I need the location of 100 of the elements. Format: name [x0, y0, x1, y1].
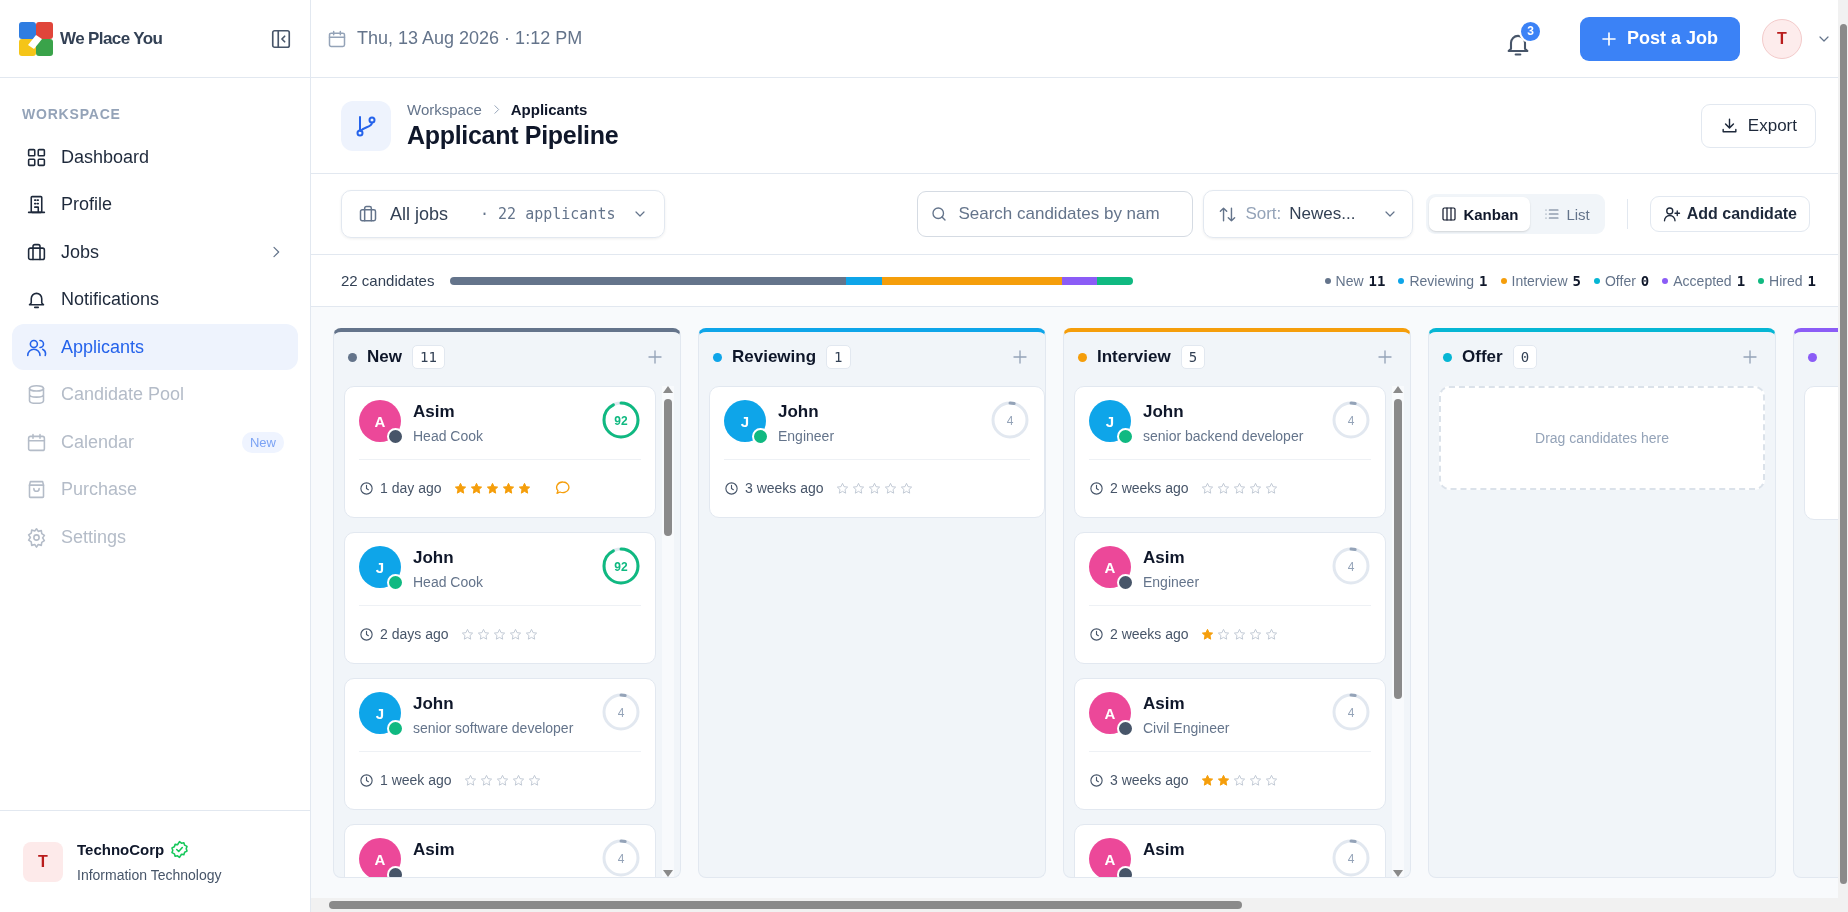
notifications-button[interactable]: 3 [1503, 19, 1542, 58]
vertical-scrollbar[interactable] [1838, 0, 1848, 912]
star-rating[interactable] [453, 481, 531, 495]
star-icon[interactable] [508, 627, 522, 641]
sidebar-item[interactable]: Notifications [12, 276, 298, 323]
sidebar-item[interactable]: Profile [12, 181, 298, 228]
star-icon[interactable] [511, 773, 525, 787]
candidate-card[interactable]: A Asim Civil Engineer 4 3 weeks ago [1074, 678, 1386, 810]
sidebar-collapse-icon[interactable] [270, 27, 292, 50]
section-heading: WORKSPACE [22, 106, 122, 122]
star-icon[interactable] [476, 627, 490, 641]
star-icon[interactable] [1232, 627, 1246, 641]
chat-bubble-icon[interactable] [554, 480, 571, 496]
sidebar-item[interactable]: Dashboard [12, 134, 298, 180]
star-icon[interactable] [485, 481, 499, 495]
candidate-card[interactable]: A Asim Head Cook 92 1 day ago [344, 386, 656, 518]
avatar: J [1089, 400, 1131, 442]
avatar: A [359, 400, 401, 442]
star-rating[interactable] [1200, 773, 1278, 787]
candidate-card[interactable]: A Asim 4 [344, 824, 656, 877]
plus-icon[interactable] [1011, 348, 1029, 366]
star-icon[interactable] [899, 481, 913, 495]
export-button[interactable]: Export [1700, 103, 1816, 148]
star-icon[interactable] [517, 481, 531, 495]
star-rating[interactable] [835, 481, 913, 495]
candidate-role: Head Cook [413, 428, 484, 444]
star-icon[interactable] [501, 481, 515, 495]
star-icon[interactable] [835, 481, 849, 495]
view-tab[interactable]: Kanban [1429, 197, 1531, 231]
star-icon[interactable] [1248, 627, 1262, 641]
horizontal-scrollbar[interactable] [311, 898, 1838, 912]
database-icon [26, 384, 47, 405]
job-filter-dropdown[interactable]: All jobs · 22 applicants [341, 190, 665, 238]
view-tab[interactable]: List [1532, 197, 1602, 231]
star-rating[interactable] [460, 627, 538, 641]
columns-icon [1441, 206, 1458, 222]
star-icon[interactable] [1200, 773, 1214, 787]
star-icon[interactable] [460, 627, 474, 641]
star-icon[interactable] [1248, 481, 1262, 495]
post-job-button[interactable]: Post a Job [1579, 16, 1740, 61]
star-icon[interactable] [1248, 773, 1262, 787]
page-title: Applicant Pipeline [407, 121, 619, 150]
star-icon[interactable] [851, 481, 865, 495]
star-icon[interactable] [1216, 773, 1230, 787]
star-icon[interactable] [867, 481, 881, 495]
star-icon[interactable] [1232, 773, 1246, 787]
briefcase-icon [26, 241, 47, 263]
candidate-card[interactable]: J John Engineer 4 3 weeks ago [709, 386, 1045, 518]
applied-time: 3 weeks ago [1110, 772, 1189, 788]
star-icon[interactable] [453, 481, 467, 495]
star-icon[interactable] [1264, 773, 1278, 787]
star-icon[interactable] [1232, 481, 1246, 495]
star-icon[interactable] [469, 481, 483, 495]
candidate-role: senior software developer [413, 720, 574, 736]
drop-zone-text: Drag candidates here [1535, 430, 1669, 446]
star-rating[interactable] [1200, 627, 1278, 641]
star-icon[interactable] [883, 481, 897, 495]
star-icon[interactable] [1216, 627, 1230, 641]
search-field[interactable]: Search candidates by nam [917, 191, 1194, 237]
column-title: Interview [1097, 347, 1171, 367]
star-icon[interactable] [479, 773, 493, 787]
legend-label: New [1335, 272, 1364, 289]
avatar: J [724, 400, 766, 442]
plus-icon[interactable] [1741, 348, 1759, 366]
legend-count: 0 [1640, 272, 1650, 289]
legend-label: Offer [1604, 272, 1636, 289]
star-icon[interactable] [1216, 481, 1230, 495]
branch-icon [354, 113, 378, 138]
plus-icon[interactable] [646, 348, 664, 366]
add-candidate-button[interactable]: Add candidate [1649, 196, 1810, 232]
breadcrumb-link[interactable]: Workspace [407, 101, 482, 118]
star-rating[interactable] [463, 773, 541, 787]
column-scrollbar[interactable] [1392, 386, 1404, 877]
legend-label: Interview [1511, 272, 1568, 289]
star-icon[interactable] [1264, 627, 1278, 641]
sort-dropdown[interactable]: Sort: Newes... [1203, 190, 1414, 238]
column-scrollbar[interactable] [662, 386, 674, 877]
candidate-card[interactable]: A Asim Engineer 4 2 weeks ago [1074, 532, 1386, 664]
candidate-card[interactable]: J John senior backend developer 4 2 weeks ago [1074, 386, 1386, 518]
sidebar-item[interactable]: Jobs [12, 229, 298, 275]
plus-icon [1599, 29, 1618, 48]
notification-count: 3 [1518, 19, 1542, 43]
user-avatar[interactable]: T [1762, 18, 1802, 59]
match-score-ring: 4 [990, 400, 1030, 440]
star-icon[interactable] [463, 773, 477, 787]
star-icon[interactable] [1200, 627, 1214, 641]
star-icon[interactable] [524, 627, 538, 641]
star-icon[interactable] [1264, 481, 1278, 495]
sidebar-item[interactable]: Applicants [12, 324, 298, 370]
star-icon[interactable] [495, 773, 509, 787]
candidate-card[interactable]: J John Head Cook 92 2 days ago [344, 532, 656, 664]
plus-icon[interactable] [1376, 348, 1394, 366]
star-rating[interactable] [1200, 481, 1278, 495]
star-icon[interactable] [492, 627, 506, 641]
candidate-role: Civil Engineer [1143, 720, 1230, 736]
clock-icon [1089, 480, 1104, 496]
candidate-card[interactable]: A Asim 4 [1074, 824, 1386, 877]
star-icon[interactable] [1200, 481, 1214, 495]
candidate-card[interactable]: J John senior software developer 4 1 week ago [344, 678, 656, 810]
star-icon[interactable] [527, 773, 541, 787]
